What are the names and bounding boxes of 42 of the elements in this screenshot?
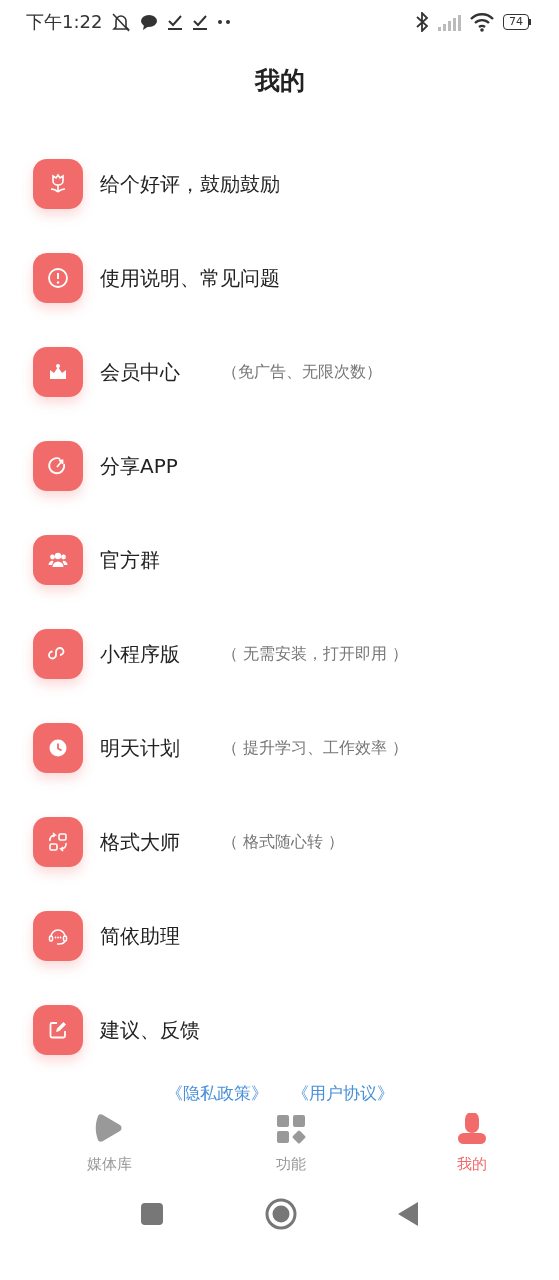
check-icon [192, 13, 209, 31]
check-icon [167, 13, 184, 31]
grid-icon [274, 1113, 307, 1145]
clock-icon[interactable] [33, 723, 83, 773]
group-icon[interactable] [33, 535, 83, 585]
menu-item[interactable]: 会员中心 [100, 358, 208, 386]
wifi-icon [470, 12, 494, 32]
menu-note: （ 无需安装，打开即用 ） [222, 643, 409, 665]
clock-text: 下午1:22 [26, 10, 103, 34]
menu-note: （免广告、无限次数） [222, 361, 382, 383]
more-dots-icon [217, 17, 232, 27]
policy-link[interactable]: 《用户协议》 [291, 1081, 394, 1105]
menu-item[interactable]: 小程序版 [100, 640, 208, 668]
muted-bell-icon [111, 12, 132, 32]
back-button[interactable] [397, 1201, 419, 1227]
battery-level-text: 74 [503, 14, 529, 30]
edit-icon[interactable] [33, 1005, 83, 1055]
menu-item[interactable]: 明天计划 [100, 734, 208, 762]
page-title: 我的 [254, 65, 305, 97]
bluetooth-icon [415, 12, 429, 32]
home-button[interactable] [264, 1198, 297, 1230]
menu-item[interactable]: 官方群 [100, 546, 208, 574]
menu-item[interactable]: 使用说明、常见问题 [100, 264, 280, 292]
menu-item[interactable]: 建议、反馈 [100, 1016, 208, 1044]
link-loop-icon[interactable] [33, 629, 83, 679]
crown-icon[interactable] [33, 347, 83, 397]
recents-button[interactable] [140, 1202, 164, 1226]
person-icon [456, 1113, 488, 1145]
signal-icon [438, 13, 461, 31]
chat-bubble-icon [140, 13, 159, 31]
menu-item[interactable]: 分享APP [100, 452, 208, 480]
menu-note: （ 提升学习、工作效率 ） [222, 737, 409, 759]
alert-icon[interactable] [33, 253, 83, 303]
menu-item[interactable]: 格式大师 [100, 828, 208, 856]
flower-icon[interactable] [33, 159, 83, 209]
swap-icon[interactable] [33, 817, 83, 867]
menu-note: （ 格式随心转 ） [222, 831, 345, 853]
menu-item[interactable]: 简依助理 [100, 922, 208, 950]
share-arrow-icon[interactable] [33, 441, 83, 491]
menu-item[interactable]: 给个好评，鼓励鼓励 [100, 170, 280, 198]
policy-link[interactable]: 《隐私政策》 [165, 1081, 268, 1105]
headset-icon[interactable] [33, 911, 83, 961]
